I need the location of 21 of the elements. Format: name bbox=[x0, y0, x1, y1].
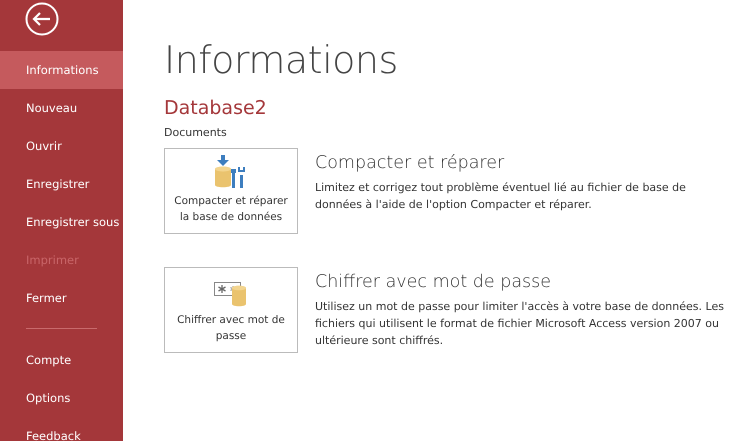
action-button[interactable]: Chiffrer avec mot de passe bbox=[164, 267, 298, 353]
section-heading: Chiffrer avec mot de passe bbox=[315, 271, 552, 294]
section-description: Limitez et corrigez tout problème éventuel lié au fichier de base de données à l'aide de l'option Compacter et réparer. bbox=[315, 180, 687, 213]
menu-item[interactable]: Enregistrer bbox=[0, 165, 123, 203]
menu-item[interactable]: Feedback bbox=[0, 417, 123, 441]
back-icon[interactable] bbox=[25, 2, 59, 36]
menu-item[interactable]: Informations bbox=[0, 51, 123, 89]
menu-item[interactable]: Nouveau bbox=[0, 89, 123, 127]
database-repair-icon bbox=[215, 155, 247, 189]
action-button[interactable]: Compacter et réparer la base de données bbox=[164, 148, 298, 234]
section-description: Utilisez un mot de passe pour limiter l'accès à votre base de données. Les fichiers qui utilisent le format de fichier Microsoft Access version 2007 ou ultérieure sont chiffrés. bbox=[315, 299, 725, 349]
menu-item[interactable]: Compte bbox=[0, 341, 123, 379]
database-password-icon bbox=[214, 280, 248, 308]
section-heading: Compacter et réparer bbox=[315, 152, 506, 175]
menu-item[interactable]: Options bbox=[0, 379, 123, 417]
database-path: Documents bbox=[164, 126, 228, 139]
menu-item[interactable]: Fermer bbox=[0, 279, 123, 317]
menu-item[interactable]: Ouvrir bbox=[0, 127, 123, 165]
database-name: Database2 bbox=[164, 96, 268, 120]
page-title: Informations bbox=[164, 37, 399, 84]
menu-item[interactable]: Enregistrer sous bbox=[0, 203, 123, 241]
